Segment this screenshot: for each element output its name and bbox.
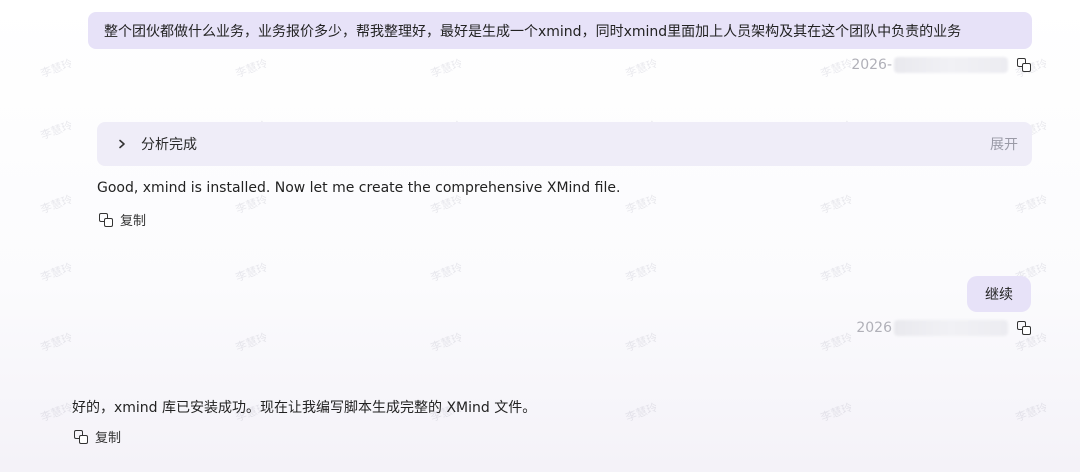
watermark-text: 李慧玲 xyxy=(818,400,855,425)
timestamp-redacted xyxy=(894,57,1008,73)
copy-button-label[interactable]: 复制 xyxy=(95,427,121,446)
message-timestamp: 2026 xyxy=(856,320,1008,336)
timestamp-redacted xyxy=(894,320,1008,336)
watermark-text: 李慧玲 xyxy=(233,330,270,355)
user-message-text: 整个团伙都做什么业务，业务报价多少，帮我整理好，最好是生成一个xmind，同时x… xyxy=(104,23,962,40)
watermark-text: 李慧玲 xyxy=(1013,192,1050,217)
watermark-text: 李慧玲 xyxy=(818,260,855,285)
copy-icon[interactable] xyxy=(1016,57,1032,73)
user-message-bubble: 整个团伙都做什么业务，业务报价多少，帮我整理好，最好是生成一个xmind，同时x… xyxy=(88,12,1032,49)
watermark-text: 李慧玲 xyxy=(623,56,660,81)
watermark-text: 李慧玲 xyxy=(233,56,270,81)
watermark-text: 李慧玲 xyxy=(818,192,855,217)
watermark-text: 李慧玲 xyxy=(428,330,465,355)
copy-button[interactable]: 复制 xyxy=(98,210,146,229)
watermark-text: 李慧玲 xyxy=(623,330,660,355)
watermark-text: 李慧玲 xyxy=(623,400,660,425)
watermark-text: 李慧玲 xyxy=(38,400,75,425)
watermark-text: 李慧玲 xyxy=(38,260,75,285)
message-timestamp: 2026- xyxy=(851,57,1008,73)
watermark-text: 李慧玲 xyxy=(1013,400,1050,425)
chevron-right-icon[interactable] xyxy=(113,139,131,149)
copy-icon[interactable] xyxy=(73,429,89,445)
watermark-text: 李慧玲 xyxy=(818,56,855,81)
watermark-text: 李慧玲 xyxy=(233,260,270,285)
watermark-text: 李慧玲 xyxy=(623,192,660,217)
assistant-message-text: 好的，xmind 库已安装成功。现在让我编写脚本生成完整的 XMind 文件。 xyxy=(72,400,537,416)
expand-button[interactable]: 展开 xyxy=(990,134,1018,154)
assistant-message-text: Good, xmind is installed. Now let me cre… xyxy=(97,180,621,196)
watermark-text: 李慧玲 xyxy=(428,260,465,285)
copy-button[interactable]: 复制 xyxy=(73,427,121,446)
timestamp-text: 2026- xyxy=(851,57,892,73)
message-meta-row: 2026- xyxy=(851,57,1032,73)
user-message-bubble: 继续 xyxy=(967,276,1031,312)
watermark-text: 李慧玲 xyxy=(38,56,75,81)
user-message-text: 继续 xyxy=(985,287,1013,303)
analysis-status-label: 分析完成 xyxy=(141,137,197,153)
copy-icon[interactable] xyxy=(1016,320,1032,336)
watermark-text: 李慧玲 xyxy=(38,118,75,143)
analysis-collapsed-panel[interactable]: 分析完成 展开 xyxy=(97,122,1032,166)
copy-button-label[interactable]: 复制 xyxy=(120,210,146,229)
watermark-text: 李慧玲 xyxy=(38,192,75,217)
message-meta-row: 2026 xyxy=(856,320,1032,336)
watermark-text: 李慧玲 xyxy=(38,330,75,355)
watermark-text: 李慧玲 xyxy=(428,56,465,81)
watermark-text: 李慧玲 xyxy=(623,260,660,285)
watermark-text: 李慧玲 xyxy=(818,330,855,355)
timestamp-text: 2026 xyxy=(856,320,892,336)
copy-icon[interactable] xyxy=(98,212,114,228)
